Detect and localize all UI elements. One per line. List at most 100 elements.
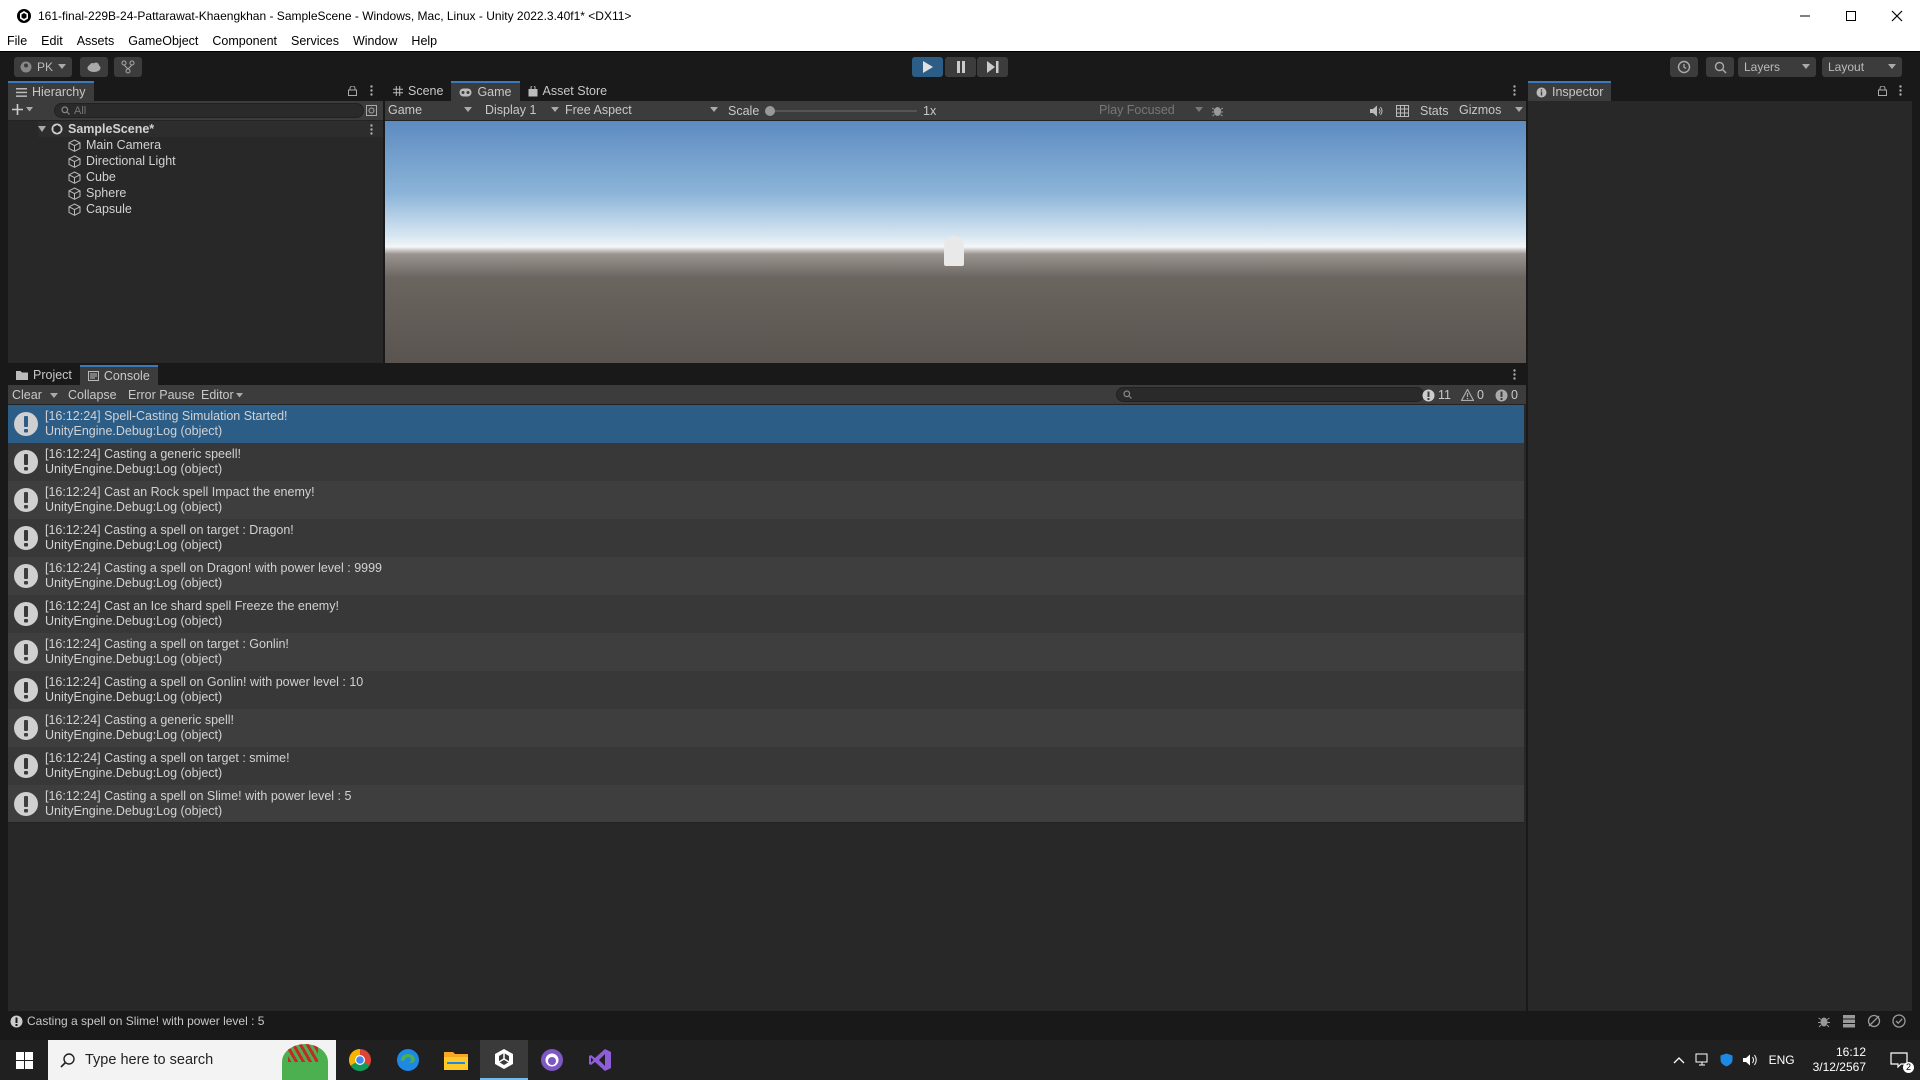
tab-asset-store[interactable]: Asset Store [519,81,616,101]
menu-gameobject[interactable]: GameObject [128,34,198,48]
console-entry[interactable]: [16:12:24] Casting a spell on target : G… [8,633,1524,671]
language-indicator[interactable]: ENG [1769,1053,1795,1067]
create-button[interactable] [12,104,33,115]
more-options-icon[interactable] [370,85,373,96]
stats-button[interactable]: Stats [1420,104,1449,118]
tab-game[interactable]: Game [451,81,520,101]
undo-history-button[interactable] [1670,57,1698,77]
editor-dropdown[interactable]: Editor [201,388,234,402]
status-message[interactable]: Casting a spell on Slime! with power lev… [27,1014,264,1028]
console-entry[interactable]: [16:12:24] Casting a spell on Gonlin! wi… [8,671,1524,709]
menu-file[interactable]: File [7,34,27,48]
game-viewport[interactable] [385,121,1526,363]
pause-button[interactable] [945,57,976,77]
more-options-icon[interactable] [1513,369,1516,380]
cloud-button[interactable] [80,57,108,77]
scale-slider-handle[interactable] [765,106,775,116]
tab-console[interactable]: Console [79,365,158,385]
hierarchy-item[interactable]: Sphere [68,185,126,201]
chevron-up-icon[interactable] [1673,1056,1685,1064]
console-entry[interactable]: [16:12:24] Casting a spell on target : D… [8,519,1524,557]
taskbar-file-explorer[interactable] [432,1040,480,1080]
aspect-dropdown[interactable]: Free Aspect [565,103,718,117]
console-entry[interactable]: [16:12:24] Casting a generic speell! Unit… [8,443,1524,481]
more-options-icon[interactable] [1899,85,1902,96]
gizmos-dropdown[interactable]: Gizmos [1459,103,1523,117]
collapse-button[interactable]: Collapse [68,388,117,402]
taskbar-edge[interactable] [384,1040,432,1080]
taskbar-github-desktop[interactable] [528,1040,576,1080]
taskbar-unity[interactable] [480,1040,528,1080]
hierarchy-panel: Hierarchy All SampleScene* Main Camera D… [8,81,383,363]
game-mode-dropdown[interactable]: Game [388,103,472,117]
bug-icon[interactable] [1211,104,1224,117]
display-dropdown[interactable]: Display 1 [485,103,559,117]
security-shield-icon[interactable] [1720,1053,1733,1067]
layers-dropdown[interactable]: Layers [1738,57,1816,77]
scene-root[interactable]: SampleScene* [38,121,383,137]
step-button[interactable] [977,57,1008,77]
start-button[interactable] [0,1040,48,1080]
chevron-down-icon[interactable] [50,393,58,399]
check-circle-icon[interactable] [1892,1014,1906,1028]
tab-label: Asset Store [542,84,608,98]
console-entry[interactable]: [16:12:24] Casting a spell on Slime! wit… [8,785,1524,823]
search-icon [1123,390,1132,399]
taskbar-chrome[interactable] [336,1040,384,1080]
error-count-toggle[interactable]: 0 [1495,388,1518,402]
notification-button[interactable]: 2 [1890,1052,1914,1073]
console-entry[interactable]: [16:12:24] Casting a generic spell! Unity… [8,709,1524,747]
expand-arrow-icon[interactable] [38,125,46,133]
more-options-icon[interactable] [1513,85,1516,96]
play-button[interactable] [912,57,943,77]
lock-icon[interactable] [1878,86,1887,96]
error-pause-button[interactable]: Error Pause [128,388,195,402]
tab-hierarchy[interactable]: Hierarchy [8,81,94,101]
warning-count-toggle[interactable]: 0 [1461,388,1484,402]
search-button[interactable] [1706,57,1734,77]
cache-server-icon[interactable] [1842,1014,1856,1028]
menu-help[interactable]: Help [411,34,437,48]
hierarchy-item[interactable]: Capsule [68,201,132,217]
console-search-input[interactable] [1116,387,1424,402]
console-entry[interactable]: [16:12:24] Casting a spell on target : s… [8,747,1524,785]
lock-icon[interactable] [348,86,357,96]
collab-button[interactable] [114,57,142,77]
menu-services[interactable]: Services [291,34,339,48]
scale-slider[interactable] [765,106,917,116]
taskbar-visual-studio[interactable] [576,1040,624,1080]
console-entry[interactable]: [16:12:24] Cast an Rock spell Impact the… [8,481,1524,519]
auto-generate-lighting-icon[interactable] [1867,1014,1881,1028]
minimize-button[interactable] [1782,0,1828,31]
network-icon[interactable] [1695,1053,1710,1067]
account-dropdown[interactable]: PK [14,57,72,77]
layout-dropdown[interactable]: Layout [1822,57,1902,77]
console-entry[interactable]: [16:12:24] Casting a spell on Dragon! wi… [8,557,1524,595]
tab-scene[interactable]: Scene [385,81,452,101]
hierarchy-item[interactable]: Main Camera [68,137,161,153]
hierarchy-search[interactable]: All [54,103,364,118]
audio-icon[interactable] [1370,105,1383,117]
more-options-icon[interactable] [370,123,373,135]
tab-inspector[interactable]: Inspector [1528,81,1612,101]
taskbar-search[interactable]: Type here to search [48,1040,336,1080]
menu-assets[interactable]: Assets [77,34,115,48]
hierarchy-item[interactable]: Cube [68,169,116,185]
volume-icon[interactable] [1742,1053,1759,1067]
tab-project[interactable]: Project [8,365,80,385]
play-focused-dropdown[interactable]: Play Focused [1099,103,1203,117]
log-count-toggle[interactable]: 11 [1422,388,1451,402]
maximize-button[interactable] [1828,0,1874,31]
console-entry[interactable]: [16:12:24] Cast an Ice shard spell Freez… [8,595,1524,633]
scene-filter-icon[interactable] [366,105,377,116]
clear-button[interactable]: Clear [12,388,42,402]
grid-icon[interactable] [1396,105,1409,117]
menu-component[interactable]: Component [212,34,277,48]
close-window-button[interactable] [1874,0,1920,31]
bug-icon[interactable] [1817,1014,1831,1028]
menu-edit[interactable]: Edit [41,34,63,48]
clock[interactable]: 16:12 3/12/2567 [1813,1045,1866,1075]
menu-window[interactable]: Window [353,34,397,48]
hierarchy-item[interactable]: Directional Light [68,153,176,169]
console-entry[interactable]: [16:12:24] Spell-Casting Simulation Star… [8,405,1524,443]
